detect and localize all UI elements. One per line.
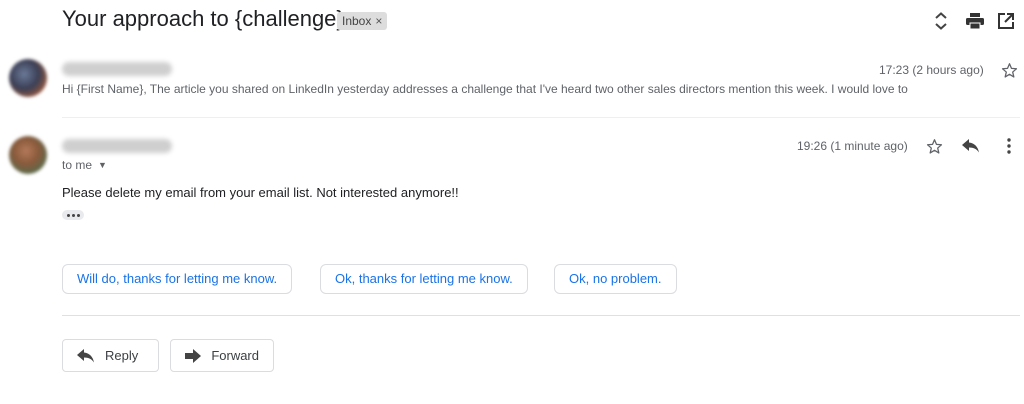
star-button[interactable] bbox=[923, 135, 945, 157]
reply-button[interactable] bbox=[960, 135, 982, 157]
sender-avatar[interactable] bbox=[9, 136, 47, 174]
smart-reply-button[interactable]: Ok, thanks for letting me know. bbox=[320, 264, 528, 294]
chevron-down-icon: ▼ bbox=[98, 160, 107, 170]
forward-action-button[interactable]: Forward bbox=[170, 339, 274, 372]
star-icon bbox=[1001, 62, 1017, 78]
star-icon bbox=[926, 138, 942, 154]
message-snippet[interactable]: Hi {First Name}, The article you shared … bbox=[62, 82, 962, 96]
more-options-button[interactable] bbox=[998, 135, 1020, 157]
smart-reply-button[interactable]: Will do, thanks for letting me know. bbox=[62, 264, 293, 294]
forward-label: Forward bbox=[211, 348, 259, 363]
reply-icon bbox=[77, 347, 95, 365]
message-time: 19:26 (1 minute ago) bbox=[797, 139, 908, 153]
more-vert-icon bbox=[1007, 138, 1011, 154]
inbox-label-chip: Inbox × bbox=[337, 12, 388, 30]
inbox-label-text: Inbox bbox=[342, 14, 372, 28]
sender-name-redacted[interactable] bbox=[62, 139, 172, 153]
message-time: 17:23 (2 hours ago) bbox=[879, 63, 984, 77]
forward-icon bbox=[185, 347, 202, 365]
recipient-details-toggle[interactable]: to me ▼ bbox=[62, 158, 107, 172]
open-in-new-window-button[interactable] bbox=[995, 10, 1017, 32]
smart-reply-button[interactable]: Ok, no problem. bbox=[554, 264, 677, 294]
email-subject: Your approach to {challenge} bbox=[62, 6, 344, 31]
print-button[interactable] bbox=[964, 10, 986, 32]
print-icon bbox=[966, 13, 984, 29]
reply-icon bbox=[962, 139, 979, 153]
message-body: Please delete my email from your email l… bbox=[62, 185, 459, 200]
section-divider bbox=[62, 315, 1020, 316]
unfold-icon bbox=[935, 12, 947, 30]
open-in-new-icon bbox=[998, 13, 1014, 29]
reply-label: Reply bbox=[105, 348, 139, 363]
show-trimmed-content-button[interactable] bbox=[62, 210, 84, 220]
sender-name-redacted[interactable] bbox=[62, 62, 172, 76]
remove-label-button[interactable]: × bbox=[375, 14, 382, 28]
expand-all-button[interactable] bbox=[930, 10, 952, 32]
reply-action-button[interactable]: Reply bbox=[62, 339, 159, 372]
message-divider bbox=[62, 117, 1020, 118]
sender-avatar[interactable] bbox=[9, 59, 47, 97]
star-button[interactable] bbox=[998, 59, 1020, 81]
recipient-label: to me bbox=[62, 158, 93, 172]
ellipsis-icon bbox=[66, 213, 70, 217]
